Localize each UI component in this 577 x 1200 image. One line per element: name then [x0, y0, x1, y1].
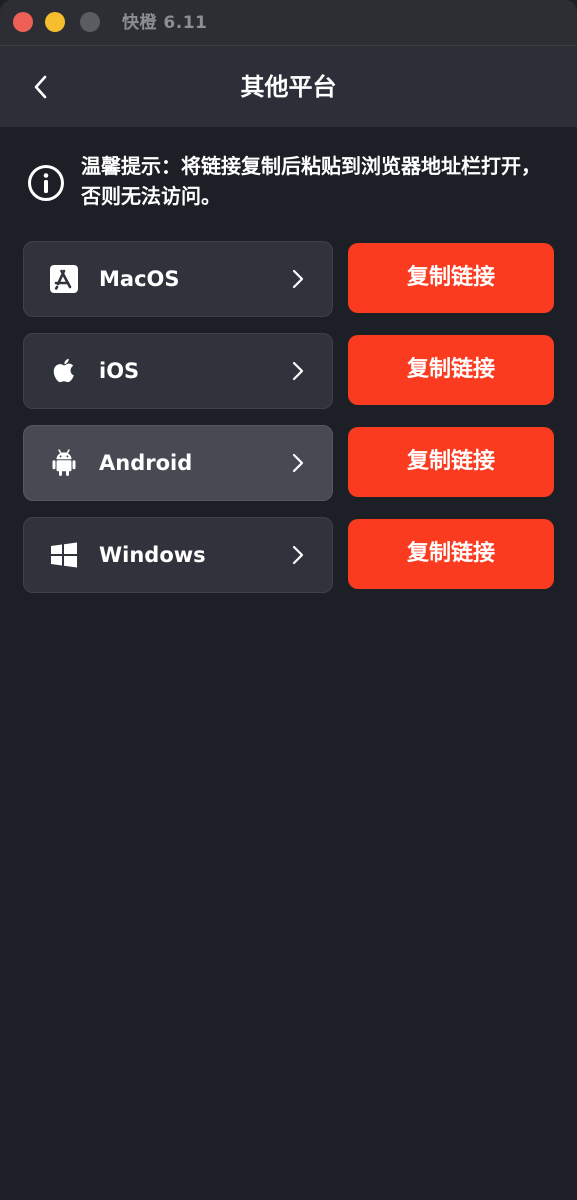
platform-label: Windows — [99, 543, 206, 567]
minimize-window-button[interactable] — [45, 12, 65, 32]
info-circle-icon — [28, 165, 64, 201]
platform-row-macos: MacOS 复制链接 — [23, 241, 554, 317]
platform-label: Android — [99, 451, 193, 475]
chevron-right-icon — [292, 269, 304, 289]
copy-link-button-windows[interactable]: 复制链接 — [348, 519, 554, 589]
copy-link-button-android[interactable]: 复制链接 — [348, 427, 554, 497]
android-icon — [52, 449, 76, 476]
notice-text: 温馨提示：将链接复制后粘贴到浏览器地址栏打开，否则无法访问。 — [81, 154, 541, 208]
apple-icon — [53, 358, 74, 383]
close-window-button[interactable] — [13, 12, 33, 32]
platform-row-android: Android 复制链接 — [23, 425, 554, 501]
platform-label: MacOS — [99, 267, 180, 291]
notice-banner: 温馨提示：将链接复制后粘贴到浏览器地址栏打开，否则无法访问。 — [27, 150, 557, 214]
platform-item-macos[interactable]: MacOS — [23, 241, 333, 317]
copy-link-button-ios[interactable]: 复制链接 — [348, 335, 554, 405]
platform-row-ios: iOS 复制链接 — [23, 333, 554, 409]
page-title: 其他平台 — [240, 73, 337, 101]
windows-icon — [51, 542, 77, 568]
maximize-window-button[interactable] — [80, 12, 100, 32]
platform-item-android[interactable]: Android — [23, 425, 333, 501]
window-title: 快橙 6.11 — [122, 13, 208, 33]
platform-item-ios[interactable]: iOS — [23, 333, 333, 409]
window-titlebar: 快橙 6.11 — [0, 0, 577, 46]
copy-link-button-macos[interactable]: 复制链接 — [348, 243, 554, 313]
chevron-right-icon — [292, 453, 304, 473]
chevron-right-icon — [292, 545, 304, 565]
platform-item-windows[interactable]: Windows — [23, 517, 333, 593]
app-window: 快橙 6.11 其他平台 温馨提示：将链接复制后粘贴到浏览器地址栏打开，否则无法… — [0, 0, 577, 1200]
platform-row-windows: Windows 复制链接 — [23, 517, 554, 593]
app-store-icon — [50, 265, 78, 293]
platform-label: iOS — [99, 359, 140, 383]
chevron-right-icon — [292, 361, 304, 381]
nav-bar: 其他平台 — [0, 46, 577, 127]
